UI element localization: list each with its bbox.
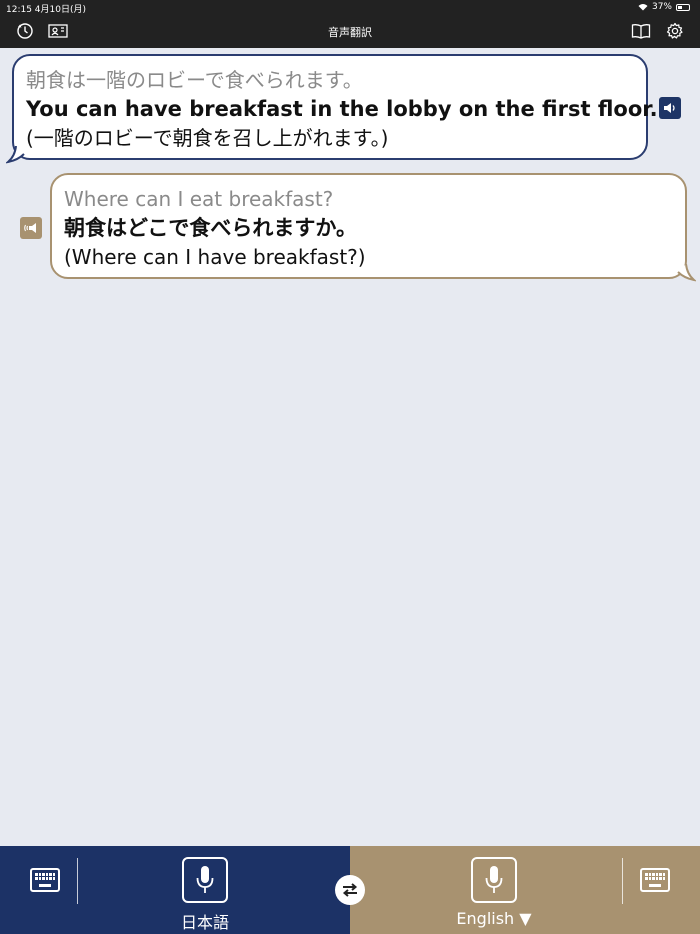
battery-percent: 37% [651, 2, 672, 12]
microphone-icon [196, 866, 214, 893]
speaker-icon[interactable] [659, 97, 681, 119]
source-text: Where can I eat breakfast? [64, 187, 334, 211]
keyboard-icon[interactable] [30, 868, 60, 892]
bubble-tail-right [677, 264, 696, 282]
microphone-icon [485, 866, 503, 893]
status-bar: 12:15 4月10日(月) 37% [0, 0, 700, 15]
source-text: 朝食は一階のロビーで食べられます。 [26, 68, 363, 92]
english-mic-button[interactable] [471, 857, 517, 903]
bubble-tail-left [6, 146, 25, 164]
japanese-language-label: 日本語 [180, 913, 229, 932]
english-language-selector[interactable]: English ▼ [434, 909, 554, 928]
message-bubble-english: Where can I eat breakfast? 朝食はどこで食べられますか… [50, 173, 687, 279]
divider [622, 858, 623, 904]
message-bubble-japanese: 朝食は一階のロビーで食べられます。 You can have breakfast… [12, 54, 658, 160]
japanese-input-panel: 日本語 [0, 846, 350, 934]
english-input-panel: English ▼ [350, 846, 700, 934]
gear-icon[interactable] [664, 21, 686, 41]
back-translation-text: (一階のロビーで朝食を召し上がれます。) [26, 126, 389, 150]
japanese-mic-button[interactable] [182, 857, 228, 903]
keyboard-icon[interactable] [640, 868, 670, 892]
page-title: 音声翻訳 [328, 26, 372, 39]
swap-arrows-icon [342, 883, 358, 897]
translated-text: You can have breakfast in the lobby on t… [26, 97, 658, 121]
divider [77, 858, 78, 904]
back-translation-text: (Where can I have breakfast?) [64, 245, 366, 269]
translated-text: 朝食はどこで食べられますか。 [64, 216, 357, 240]
input-control-bar: 日本語 English ▼ [0, 846, 700, 934]
wifi-icon [638, 4, 648, 11]
battery-icon [676, 3, 690, 11]
swap-languages-button[interactable] [335, 875, 365, 905]
book-icon[interactable] [630, 21, 652, 41]
status-right: 37% [638, 2, 690, 12]
replay-audio-icon[interactable] [20, 217, 42, 239]
nav-bar: 音声翻訳 [0, 14, 700, 48]
